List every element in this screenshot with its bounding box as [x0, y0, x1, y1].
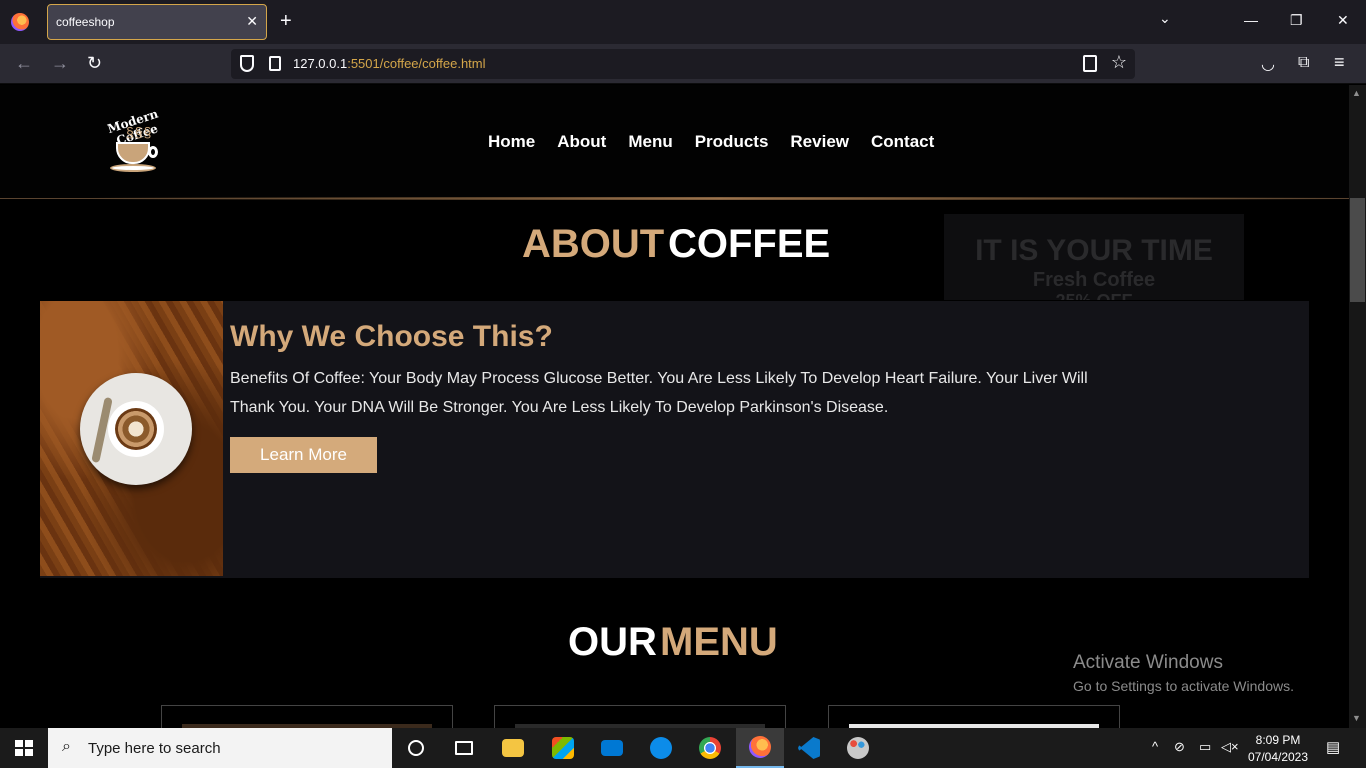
- back-icon[interactable]: ←: [15, 53, 33, 73]
- close-tab-icon[interactable]: ✕: [246, 13, 258, 30]
- url-path: :5501/coffee/coffee.html: [347, 56, 486, 71]
- firefox-taskbar-icon[interactable]: [736, 728, 784, 768]
- site-header: Modern Coffee §§§ Home About Menu Produc…: [0, 85, 1349, 200]
- about-title-main: COFFEE: [668, 222, 831, 266]
- header-divider: [90, 197, 1349, 200]
- reload-icon[interactable]: ↻: [87, 53, 102, 73]
- nav-menu[interactable]: Menu: [628, 132, 672, 152]
- list-tabs-icon[interactable]: ⌄: [1159, 10, 1171, 27]
- url-host: 127.0.0.1: [293, 56, 348, 71]
- watermark-subtitle: Go to Settings to activate Windows.: [1073, 678, 1294, 694]
- menu-title-main: OUR: [568, 620, 657, 664]
- clock-time: 8:09 PM: [1255, 733, 1301, 747]
- chrome-icon[interactable]: [686, 728, 734, 768]
- search-placeholder: Type here to search: [88, 740, 221, 757]
- notifications-icon[interactable]: ▤: [1326, 738, 1340, 756]
- saucer-icon: [110, 164, 156, 172]
- edge-icon[interactable]: [637, 728, 685, 768]
- nav-contact[interactable]: Contact: [871, 132, 934, 152]
- battery-icon[interactable]: ▭: [1199, 739, 1211, 755]
- about-section: Why We Choose This? Benefits Of Coffee: …: [40, 301, 1309, 578]
- mail-icon[interactable]: [588, 728, 636, 768]
- nav-products[interactable]: Products: [695, 132, 769, 152]
- network-icon[interactable]: ⊘: [1174, 739, 1185, 755]
- tracking-shield-icon[interactable]: [240, 55, 254, 72]
- clock-date: 07/04/2023: [1247, 750, 1309, 764]
- taskbar-search[interactable]: ⌕ Type here to search: [48, 728, 392, 768]
- menu-card[interactable]: [828, 705, 1120, 728]
- nav-review[interactable]: Review: [790, 132, 849, 152]
- windows-start-icon[interactable]: [15, 740, 33, 756]
- minimize-button[interactable]: —: [1244, 12, 1258, 28]
- taskbar-clock[interactable]: 8:09 PM 07/04/2023: [1240, 732, 1316, 766]
- close-window-button[interactable]: ✕: [1337, 12, 1349, 29]
- about-title-accent: ABOUT: [522, 222, 665, 266]
- task-view-icon[interactable]: [440, 728, 488, 768]
- pocket-icon[interactable]: ◡: [1261, 54, 1275, 74]
- promo-banner: IT IS YOUR TIME Fresh Coffee 25% OFF: [944, 214, 1244, 300]
- promo-discount: 25% OFF: [944, 291, 1244, 300]
- app-menu-icon[interactable]: ≡: [1334, 52, 1345, 73]
- store-icon[interactable]: [539, 728, 587, 768]
- site-logo[interactable]: Modern Coffee §§§: [96, 107, 174, 176]
- paint-icon[interactable]: [834, 728, 882, 768]
- coffee-cup-icon: [116, 142, 150, 164]
- cortana-icon[interactable]: [392, 728, 440, 768]
- address-bar[interactable]: 127.0.0.1:5501/coffee/coffee.html ☆: [231, 49, 1135, 79]
- file-explorer-icon[interactable]: [489, 728, 537, 768]
- browser-tab-bar: coffeeshop ✕ + ⌄ — ❐ ✕: [0, 0, 1366, 44]
- about-heading: Why We Choose This?: [230, 320, 553, 353]
- site-nav: Home About Menu Products Review Contact: [488, 132, 934, 152]
- watermark-title: Activate Windows: [1073, 652, 1223, 673]
- tab-title: coffeeshop: [56, 15, 115, 29]
- firefox-icon: [11, 13, 29, 31]
- windows-taskbar: ⌕ Type here to search ^ ⊘ ▭ ◁× 8:09 PM 0…: [0, 728, 1366, 768]
- cup-handle: [148, 146, 158, 158]
- about-text: Benefits Of Coffee: Your Body May Proces…: [230, 370, 1088, 416]
- menu-card[interactable]: [161, 705, 453, 728]
- learn-more-button[interactable]: Learn More: [230, 437, 377, 473]
- url-text[interactable]: 127.0.0.1:5501/coffee/coffee.html: [293, 56, 486, 71]
- browser-toolbar: ← → ↻ 127.0.0.1:5501/coffee/coffee.html …: [0, 44, 1366, 84]
- promo-subheading: Fresh Coffee: [1032, 269, 1156, 291]
- browser-tab[interactable]: coffeeshop ✕: [47, 4, 267, 40]
- steam-icon: §§§: [126, 124, 153, 140]
- nav-about[interactable]: About: [557, 132, 606, 152]
- scroll-down-icon[interactable]: ▼: [1352, 713, 1361, 723]
- forward-icon[interactable]: →: [51, 53, 69, 73]
- web-page: Modern Coffee §§§ Home About Menu Produc…: [0, 85, 1349, 728]
- tray-chevron-icon[interactable]: ^: [1152, 739, 1158, 754]
- search-icon: ⌕: [62, 738, 71, 755]
- extensions-icon[interactable]: ⧉: [1298, 54, 1309, 72]
- promo-heading: IT IS YOUR TIME: [975, 234, 1213, 267]
- volume-icon[interactable]: ◁×: [1221, 739, 1239, 755]
- screen: coffeeshop ✕ + ⌄ — ❐ ✕ ← → ↻ 127.0.0.1:5…: [0, 0, 1366, 768]
- reader-view-icon[interactable]: [1083, 55, 1097, 72]
- nav-home[interactable]: Home: [488, 132, 535, 152]
- menu-card[interactable]: [494, 705, 786, 728]
- restore-button[interactable]: ❐: [1290, 12, 1303, 29]
- scroll-thumb[interactable]: [1350, 198, 1365, 302]
- scroll-up-icon[interactable]: ▲: [1352, 88, 1361, 98]
- latte-art: [115, 408, 157, 450]
- coffee-image: [40, 301, 223, 576]
- bookmark-star-icon[interactable]: ☆: [1111, 52, 1127, 73]
- new-tab-button[interactable]: +: [280, 10, 292, 32]
- activate-windows-watermark: Activate Windows Go to Settings to activ…: [1073, 652, 1294, 694]
- page-info-icon[interactable]: [269, 56, 281, 71]
- menu-title-accent: MENU: [660, 620, 778, 664]
- vscode-icon[interactable]: [785, 728, 833, 768]
- page-scrollbar[interactable]: [1349, 85, 1366, 728]
